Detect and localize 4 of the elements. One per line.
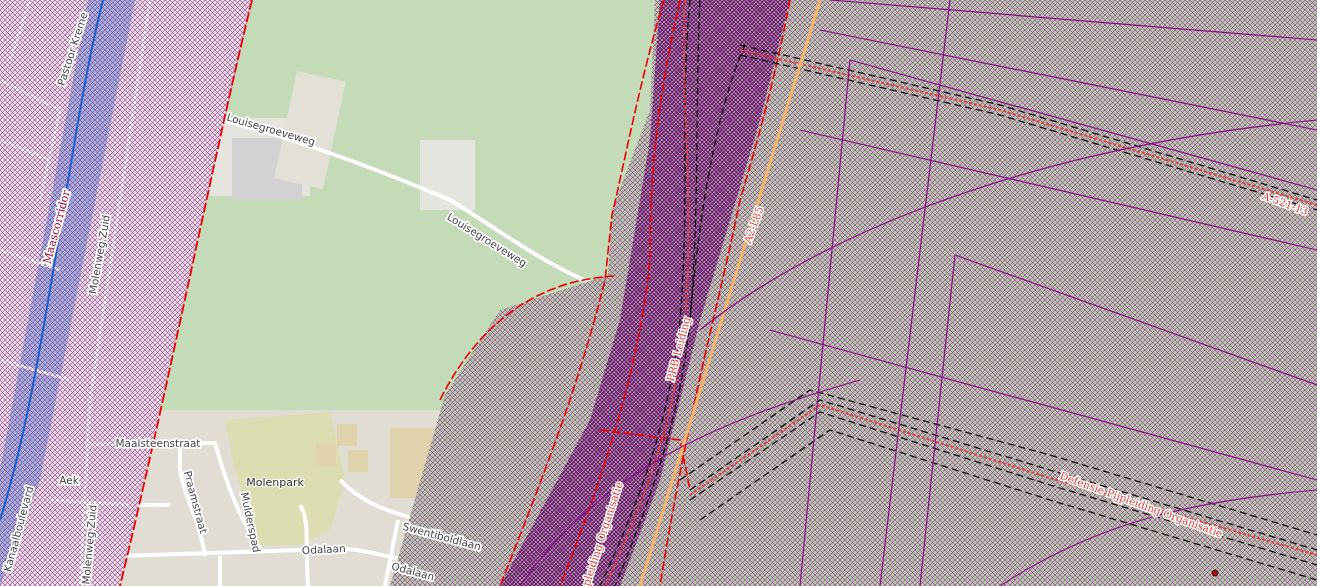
- park-label: Molenpark: [246, 476, 304, 489]
- map-marker: [1211, 569, 1219, 577]
- street-label: Molenweg Zuid: [79, 504, 99, 585]
- street-label: Odalaan: [301, 541, 346, 557]
